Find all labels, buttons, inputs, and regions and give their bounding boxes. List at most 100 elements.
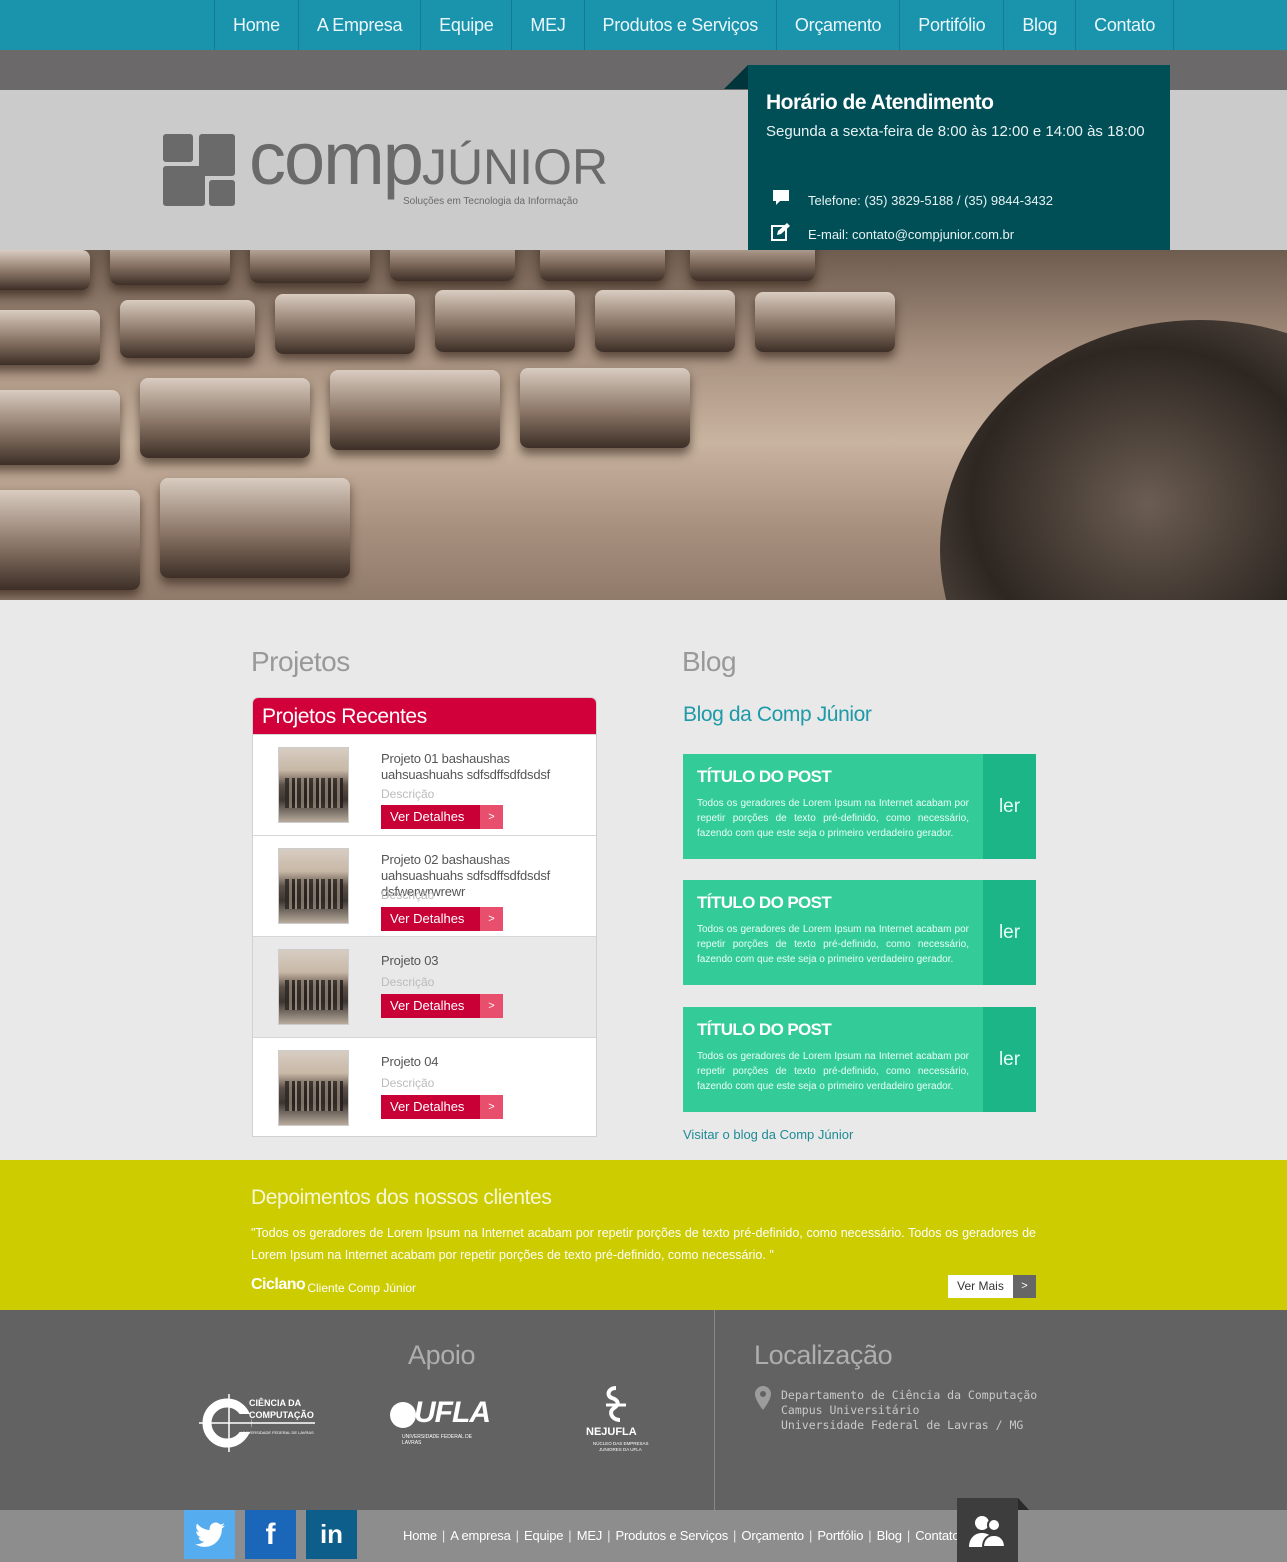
blog-post-body: TÍTULO DO POST Todos os geradores de Lor… (683, 754, 983, 859)
keyboard-key-shape (690, 250, 815, 281)
read-post-button[interactable]: ler (983, 880, 1036, 985)
project-thumbnail[interactable] (278, 949, 349, 1025)
recent-projects-header: Projetos Recentes (253, 698, 596, 734)
project-thumbnail[interactable] (278, 848, 349, 924)
logo-tagline: Soluções em Tecnologia da Informação (403, 196, 578, 207)
footer-nav-blog[interactable]: Blog (877, 1528, 902, 1543)
footer: Apoio Localização CIÊNCIA DA COMPUTAÇÃO … (0, 1310, 1287, 1510)
blog-post-title: TÍTULO DO POST (697, 893, 832, 912)
view-details-button[interactable]: Ver Detalhes > (381, 1095, 503, 1119)
hero-banner-image (0, 250, 1287, 600)
view-details-button[interactable]: Ver Detalhes > (381, 907, 503, 931)
footer-nav-produtos-servicos[interactable]: Produtos e Serviços (615, 1528, 728, 1543)
hours-fold (724, 65, 748, 89)
phone-text: Telefone: (35) 3829-5188 / (35) 9844-343… (808, 193, 1054, 208)
nav-portifolio[interactable]: Portifólio (900, 0, 1005, 50)
view-details-button[interactable]: Ver Detalhes > (381, 994, 503, 1018)
supporter-ufla-line2: UNIVERSIDADE FEDERAL DE LAVRAS (402, 1434, 473, 1446)
supporter-cc-line1: CIÊNCIA DA (249, 1398, 302, 1408)
recent-projects-panel: Projetos Recentes Projeto 01 bashaushas … (252, 697, 597, 1137)
phone-row: Telefone: (35) 3829-5188 / (35) 9844-343… (770, 189, 1053, 212)
users-icon[interactable] (957, 1498, 1018, 1562)
footer-nav-home[interactable]: Home (403, 1528, 437, 1543)
headphone-shape (940, 320, 1287, 600)
supporter-nejufla-line3: JUNIORES DA UFLA (599, 1447, 642, 1452)
keyboard-key-shape (0, 250, 90, 290)
view-details-button[interactable]: Ver Detalhes > (381, 805, 503, 829)
location-address: Departamento de Ciência da Computação Ca… (781, 1388, 1037, 1433)
keyboard-key-shape (110, 250, 230, 285)
nav-equipe[interactable]: Equipe (421, 0, 513, 50)
blog-post-excerpt: Todos os geradores de Lorem Ipsum na Int… (697, 798, 969, 839)
visit-blog-link[interactable]: Visitar o blog da Comp Júnior (683, 1127, 853, 1142)
blog-post-card[interactable]: TÍTULO DO POST Todos os geradores de Lor… (683, 880, 1036, 985)
chat-bubble-icon (770, 189, 792, 212)
project-description: Descrição (381, 888, 435, 902)
nav-orcamento[interactable]: Orçamento (777, 0, 901, 50)
project-thumbnail[interactable] (278, 1050, 349, 1126)
nav-blog[interactable]: Blog (1004, 0, 1077, 50)
keyboard-key-shape (540, 250, 665, 281)
footer-nav-contato[interactable]: Contato (915, 1528, 959, 1543)
arrow-right-icon: > (480, 907, 503, 931)
read-post-button[interactable]: ler (983, 1007, 1036, 1112)
logo-wordmark: compJÚNIOR (249, 116, 608, 201)
email-text[interactable]: E-mail: contato@compjunior.com.br (808, 227, 1014, 242)
nav-a-empresa[interactable]: A Empresa (299, 0, 422, 50)
bottom-bar: f in Home | A empresa | Equipe | MEJ | Produ… (0, 1510, 1287, 1562)
ufla-emblem-icon (390, 1402, 416, 1428)
support-title: Apoio (408, 1340, 476, 1370)
keyboard-key-shape (330, 370, 500, 450)
view-details-label: Ver Detalhes (381, 805, 480, 829)
nejufla-logo[interactable]: NEJUFLA NÚCLEO DAS EMPRESAS JUNIORES DA … (584, 1385, 664, 1465)
facebook-icon[interactable]: f (245, 1510, 296, 1559)
supporter-cc-line2: COMPUTAÇÃO (249, 1410, 314, 1420)
logo-square-icon (163, 134, 193, 162)
nav-mej[interactable]: MEJ (512, 0, 585, 50)
top-nav-list: Home A Empresa Equipe MEJ Produtos e Ser… (214, 0, 1175, 50)
project-thumbnail[interactable] (278, 747, 349, 823)
blog-post-body: TÍTULO DO POST Todos os geradores de Lor… (683, 1007, 983, 1112)
footer-nav-portfolio[interactable]: Portfólio (817, 1528, 863, 1543)
see-more-button[interactable]: Ver Mais > (948, 1275, 1036, 1298)
hours-schedule: Segunda a sexta-feira de 8:00 às 12:00 e… (766, 123, 1145, 140)
nav-contato[interactable]: Contato (1076, 0, 1175, 50)
keyboard-key-shape (0, 310, 100, 365)
keyboard-key-shape (160, 478, 350, 578)
address-line: Departamento de Ciência da Computação (781, 1388, 1038, 1402)
footer-nav-a-empresa[interactable]: A empresa (450, 1528, 511, 1543)
read-post-button[interactable]: ler (983, 754, 1036, 859)
arrow-right-icon: > (480, 994, 503, 1018)
footer-nav-orcamento[interactable]: Orçamento (741, 1528, 804, 1543)
project-name: Projeto 03 (381, 953, 439, 968)
twitter-icon[interactable] (184, 1510, 235, 1559)
ciencia-computacao-logo[interactable]: CIÊNCIA DA COMPUTAÇÃO UNIVERSIDADE FEDER… (199, 1392, 319, 1454)
footer-navigation: Home | A empresa | Equipe | MEJ | Produtos e… (403, 1528, 960, 1543)
keyboard-key-shape (140, 378, 310, 458)
blog-post-body: TÍTULO DO POST Todos os geradores de Lor… (683, 880, 983, 985)
location-title: Localização (754, 1340, 893, 1370)
ufla-logo[interactable]: UFLA UNIVERSIDADE FEDERAL DE LAVRAS (390, 1397, 491, 1446)
keyboard-key-shape (390, 250, 515, 281)
keyboard-key-shape (435, 290, 575, 352)
blog-post-card[interactable]: TÍTULO DO POST Todos os geradores de Lor… (683, 1007, 1036, 1112)
supporter-nejufla-line2: NÚCLEO DAS EMPRESAS (593, 1441, 649, 1446)
footer-nav-equipe[interactable]: Equipe (524, 1528, 563, 1543)
keyboard-key-shape (0, 490, 140, 590)
nav-home[interactable]: Home (215, 0, 299, 50)
arrow-right-icon: > (1013, 1275, 1036, 1298)
arrow-right-icon: > (480, 805, 503, 829)
top-navigation: Home A Empresa Equipe MEJ Produtos e Ser… (0, 0, 1287, 50)
linkedin-icon[interactable]: in (306, 1510, 357, 1559)
company-logo[interactable]: compJÚNIOR Soluções em Tecnologia da Inf… (163, 117, 613, 215)
logo-square-icon (209, 180, 235, 206)
keyboard-key-shape (595, 290, 735, 352)
arrow-right-icon: > (480, 1095, 503, 1119)
nav-produtos-servicos[interactable]: Produtos e Serviços (585, 0, 777, 50)
logo-word-comp: comp (249, 117, 424, 200)
blog-post-card[interactable]: TÍTULO DO POST Todos os geradores de Lor… (683, 754, 1036, 859)
blog-post-title: TÍTULO DO POST (697, 767, 832, 786)
project-name: Projeto 04 (381, 1054, 439, 1069)
project-description: Descrição (381, 1076, 435, 1090)
footer-nav-mej[interactable]: MEJ (577, 1528, 603, 1543)
